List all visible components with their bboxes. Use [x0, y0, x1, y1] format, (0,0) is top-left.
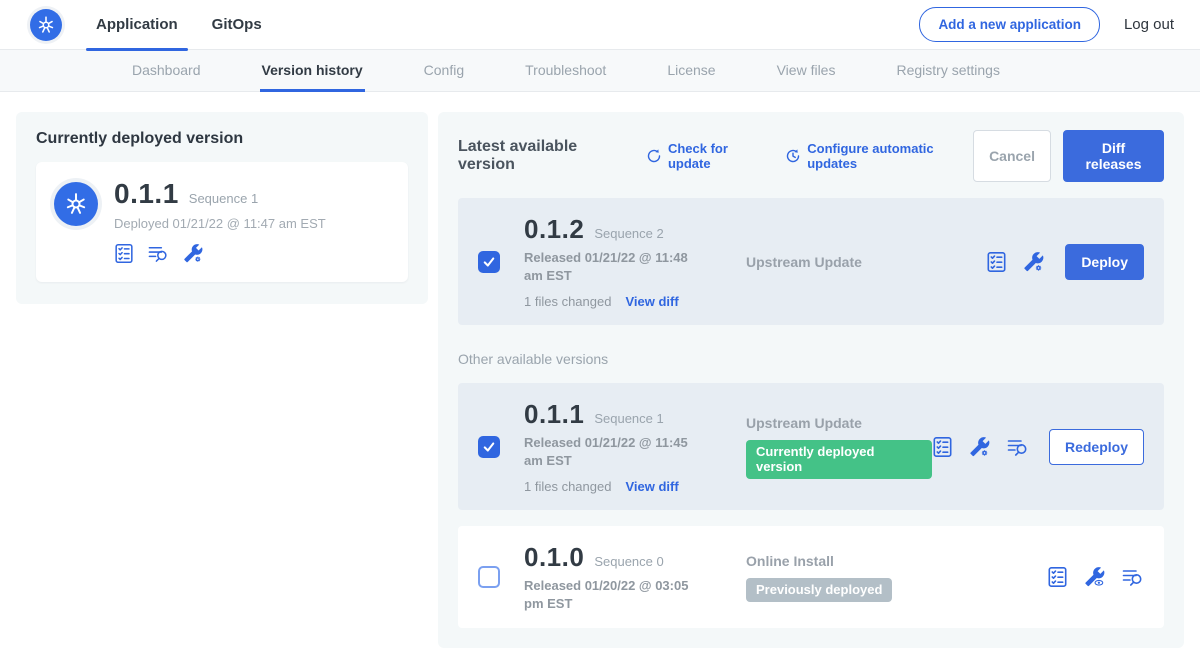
currently-deployed-badge: Currently deployed version	[746, 440, 932, 479]
version-number: 0.1.2	[524, 214, 584, 245]
configure-automatic-updates-link[interactable]: Configure automatic updates	[785, 141, 973, 171]
version-row-0-1-0: 0.1.0 Sequence 0 Released 01/20/22 @ 03:…	[458, 526, 1164, 628]
released-date: Released 01/20/22 @ 03:05 pm EST	[524, 577, 706, 612]
tab-application[interactable]: Application	[96, 0, 178, 50]
released-date: Released 01/21/22 @ 11:45 am EST	[524, 434, 706, 469]
subnav-item-troubleshoot[interactable]: Troubleshoot	[523, 50, 608, 92]
current-version-sequence: Sequence 1	[189, 191, 258, 206]
version-checkbox[interactable]	[478, 436, 500, 458]
app-sub-nav: Dashboard Version history Config Trouble…	[0, 50, 1200, 92]
check-for-update-link[interactable]: Check for update	[646, 141, 765, 171]
subnav-item-registry-settings[interactable]: Registry settings	[894, 50, 1001, 92]
subnav-item-version-history[interactable]: Version history	[260, 50, 365, 92]
deployed-version-box: 0.1.1 Sequence 1 Deployed 01/21/22 @ 11:…	[36, 162, 408, 282]
preflight-checks-icon[interactable]	[986, 251, 1007, 273]
cancel-button[interactable]: Cancel	[973, 130, 1051, 182]
subnav-item-config[interactable]: Config	[422, 50, 466, 92]
kubernetes-logo-icon	[30, 9, 62, 41]
deploy-logs-icon[interactable]	[147, 243, 169, 264]
app-icon	[54, 182, 98, 226]
deploy-logs-icon[interactable]	[1121, 566, 1144, 588]
config-edit-icon[interactable]	[1022, 251, 1045, 273]
version-checkbox[interactable]	[478, 251, 500, 273]
top-nav: Application GitOps Add a new application…	[0, 0, 1200, 50]
previously-deployed-badge: Previously deployed	[746, 578, 892, 602]
add-application-button[interactable]: Add a new application	[919, 7, 1100, 42]
auto-update-clock-icon	[785, 148, 801, 164]
version-number: 0.1.1	[524, 399, 584, 430]
version-source: Upstream Update	[746, 415, 932, 431]
main-content: Currently deployed version 0.1.1 Sequenc…	[0, 92, 1200, 668]
latest-available-title: Latest available version	[458, 138, 626, 174]
current-version-number: 0.1.1	[114, 178, 179, 210]
view-diff-link[interactable]: View diff	[625, 479, 678, 494]
version-source: Upstream Update	[746, 254, 986, 270]
version-sequence: Sequence 1	[594, 411, 663, 426]
version-sequence: Sequence 2	[594, 226, 663, 241]
current-deployed-date: Deployed 01/21/22 @ 11:47 am EST	[114, 216, 326, 231]
currently-deployed-card: Currently deployed version 0.1.1 Sequenc…	[16, 112, 428, 304]
version-history-panel: Latest available version Check for updat…	[438, 112, 1184, 648]
config-view-icon[interactable]	[1083, 566, 1106, 588]
version-number: 0.1.0	[524, 542, 584, 573]
subnav-item-license[interactable]: License	[665, 50, 717, 92]
files-changed: 1 files changed	[524, 294, 611, 309]
preflight-checks-icon[interactable]	[932, 436, 953, 458]
subnav-item-dashboard[interactable]: Dashboard	[130, 50, 203, 92]
refresh-icon	[646, 148, 662, 164]
version-source: Online Install	[746, 553, 1047, 569]
preflight-checks-icon[interactable]	[114, 243, 134, 264]
deploy-button[interactable]: Deploy	[1065, 244, 1144, 280]
files-changed: 1 files changed	[524, 479, 611, 494]
version-row-0-1-2: 0.1.2 Sequence 2 Released 01/21/22 @ 11:…	[458, 198, 1164, 325]
tab-gitops[interactable]: GitOps	[212, 0, 262, 50]
version-sequence: Sequence 0	[594, 554, 663, 569]
released-date: Released 01/21/22 @ 11:48 am EST	[524, 249, 706, 284]
currently-deployed-title: Currently deployed version	[36, 130, 408, 148]
redeploy-button[interactable]: Redeploy	[1049, 429, 1144, 465]
other-versions-label: Other available versions	[458, 351, 1164, 367]
view-diff-link[interactable]: View diff	[625, 294, 678, 309]
diff-releases-button[interactable]: Diff releases	[1063, 130, 1164, 182]
version-checkbox[interactable]	[478, 566, 500, 588]
preflight-checks-icon[interactable]	[1047, 566, 1068, 588]
logout-link[interactable]: Log out	[1124, 16, 1174, 33]
config-edit-icon[interactable]	[968, 436, 991, 458]
version-row-0-1-1: 0.1.1 Sequence 1 Released 01/21/22 @ 11:…	[458, 383, 1164, 510]
config-edit-icon[interactable]	[182, 243, 204, 264]
deploy-logs-icon[interactable]	[1006, 436, 1029, 458]
subnav-item-view-files[interactable]: View files	[775, 50, 838, 92]
